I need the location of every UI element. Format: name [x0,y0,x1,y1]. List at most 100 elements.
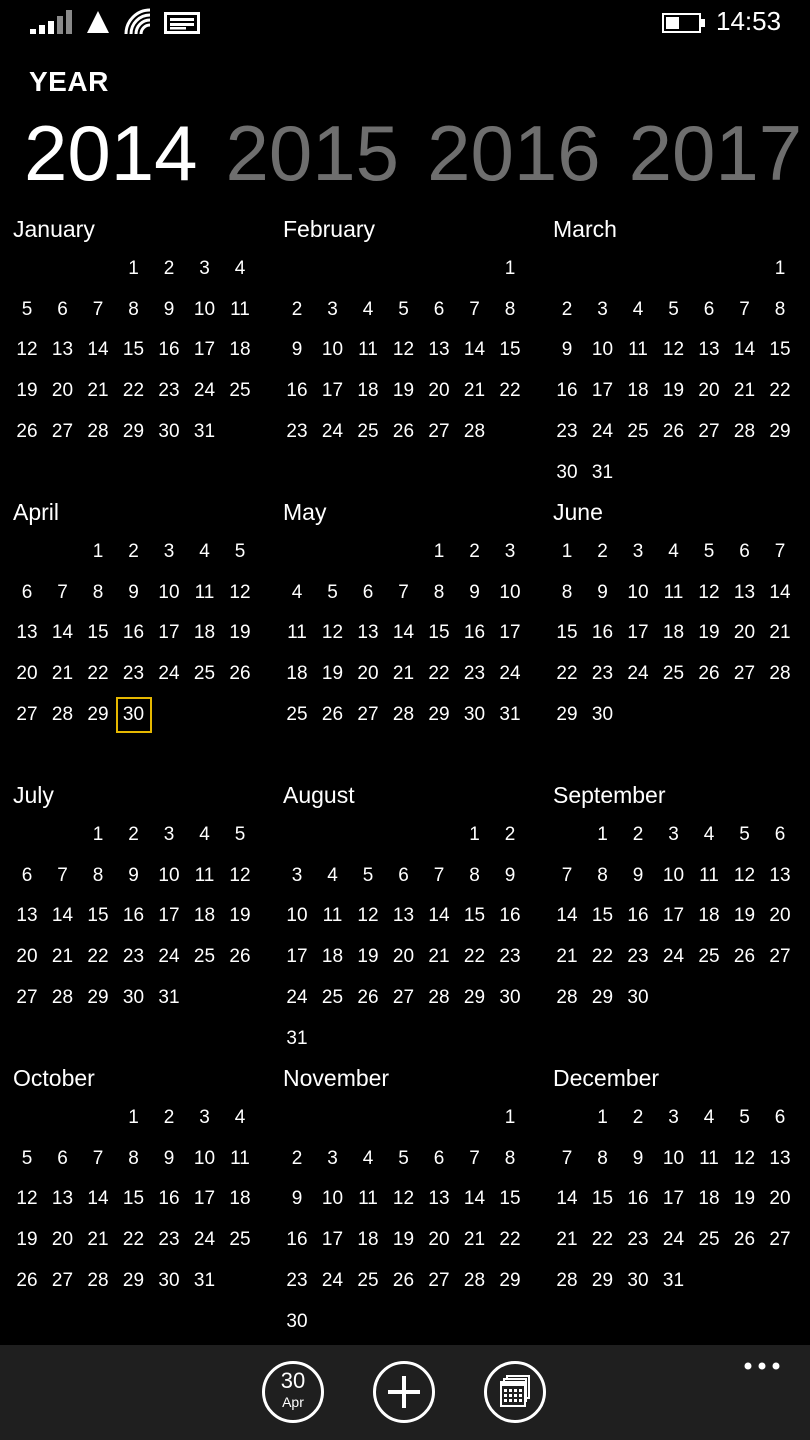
day-cell[interactable]: 22 [421,656,457,692]
day-cell[interactable]: 26 [386,1263,422,1299]
day-cell[interactable]: 7 [80,292,116,328]
day-cell[interactable]: 28 [45,980,81,1016]
day-cell[interactable]: 14 [762,575,798,611]
day-cell[interactable]: 24 [151,656,187,692]
day-cell[interactable]: 25 [691,939,727,975]
day-cell[interactable]: 18 [279,656,315,692]
day-cell[interactable]: 4 [350,1141,386,1177]
day-cell[interactable]: 15 [421,615,457,651]
day-cell[interactable]: 24 [656,939,692,975]
day-cell[interactable]: 29 [492,1263,528,1299]
day-cell[interactable]: 23 [151,1222,187,1258]
day-cell[interactable]: 10 [315,332,351,368]
day-cell[interactable]: 6 [350,575,386,611]
day-cell[interactable]: 6 [762,817,798,853]
day-cell[interactable]: 6 [421,292,457,328]
day-cell[interactable]: 1 [762,251,798,287]
day-cell[interactable]: 1 [457,817,493,853]
day-cell[interactable]: 18 [222,1181,258,1217]
day-cell[interactable]: 27 [45,414,81,450]
day-cell[interactable]: 7 [727,292,763,328]
day-cell[interactable]: 8 [762,292,798,328]
day-cell[interactable]: 23 [457,656,493,692]
day-cell[interactable]: 13 [691,332,727,368]
day-cell[interactable]: 2 [116,534,152,570]
day-cell[interactable]: 19 [9,1222,45,1258]
day-cell[interactable]: 11 [222,292,258,328]
day-cell[interactable]: 3 [187,251,223,287]
day-cell[interactable]: 29 [116,414,152,450]
day-cell[interactable]: 29 [585,980,621,1016]
day-cell[interactable]: 11 [187,858,223,894]
day-cell[interactable]: 20 [762,1181,798,1217]
day-cell[interactable]: 11 [315,898,351,934]
day-cell[interactable]: 22 [457,939,493,975]
day-cell[interactable]: 20 [386,939,422,975]
day-cell[interactable]: 7 [762,534,798,570]
day-cell[interactable]: 13 [762,1141,798,1177]
day-cell[interactable]: 14 [80,1181,116,1217]
day-cell[interactable]: 8 [549,575,585,611]
day-cell[interactable]: 9 [116,858,152,894]
day-cell[interactable]: 27 [386,980,422,1016]
day-cell[interactable]: 29 [80,697,116,733]
day-cell[interactable]: 28 [45,697,81,733]
day-cell[interactable]: 16 [279,373,315,409]
year-item-2014[interactable]: 2014 [24,108,198,198]
day-cell[interactable]: 7 [45,858,81,894]
day-cell[interactable]: 30 [457,697,493,733]
day-cell[interactable]: 14 [457,1181,493,1217]
day-cell[interactable]: 29 [549,697,585,733]
day-cell[interactable]: 22 [80,656,116,692]
day-cell[interactable]: 2 [279,292,315,328]
day-cell[interactable]: 3 [492,534,528,570]
day-cell[interactable]: 16 [457,615,493,651]
day-cell[interactable]: 9 [549,332,585,368]
day-cell[interactable]: 1 [80,817,116,853]
day-cell[interactable]: 18 [691,1181,727,1217]
day-cell[interactable]: 22 [116,373,152,409]
day-cell[interactable]: 3 [187,1100,223,1136]
day-cell[interactable]: 16 [492,898,528,934]
day-cell[interactable]: 19 [386,1222,422,1258]
day-cell[interactable]: 10 [279,898,315,934]
day-cell[interactable]: 9 [585,575,621,611]
month-october[interactable]: October 1 2 3 4 5 6 7 8 9 10 11 12 13 14 15 16 17 18 19 20 21… [13,1065,275,1335]
day-cell[interactable]: 20 [691,373,727,409]
day-cell[interactable]: 24 [656,1222,692,1258]
day-cell[interactable]: 7 [80,1141,116,1177]
day-cell[interactable]: 6 [691,292,727,328]
day-cell[interactable]: 30 [620,980,656,1016]
day-cell[interactable]: 1 [492,1100,528,1136]
day-cell[interactable]: 21 [45,939,81,975]
day-cell[interactable]: 16 [116,615,152,651]
day-cell[interactable]: 23 [585,656,621,692]
day-cell[interactable]: 9 [620,1141,656,1177]
day-cell[interactable]: 8 [116,292,152,328]
day-cell[interactable]: 28 [80,1263,116,1299]
day-cell[interactable]: 21 [457,1222,493,1258]
day-cell[interactable]: 3 [656,817,692,853]
day-cell[interactable]: 8 [80,575,116,611]
month-december[interactable]: December 1 2 3 4 5 6 7 8 9 10 11 12 13 14 15 16 17 18 19 20 2… [553,1065,810,1335]
day-cell[interactable]: 30 [116,980,152,1016]
calendar-view-button[interactable] [484,1361,546,1423]
day-cell[interactable]: 20 [762,898,798,934]
day-cell[interactable]: 13 [762,858,798,894]
day-cell[interactable]: 25 [315,980,351,1016]
day-cell[interactable]: 8 [585,858,621,894]
month-august[interactable]: August 1 2 3 4 5 6 7 8 9 10 11 12 13 14 15 16 17 18 19 20 21 2… [283,782,545,1052]
day-cell[interactable]: 2 [151,251,187,287]
day-cell[interactable]: 21 [549,939,585,975]
day-cell[interactable]: 3 [585,292,621,328]
day-cell[interactable]: 7 [45,575,81,611]
day-cell[interactable]: 7 [421,858,457,894]
day-cell[interactable]: 11 [187,575,223,611]
day-cell[interactable]: 26 [691,656,727,692]
day-cell[interactable]: 9 [620,858,656,894]
day-cell[interactable]: 24 [585,414,621,450]
day-cell[interactable]: 4 [656,534,692,570]
day-cell[interactable]: 5 [222,817,258,853]
day-cell[interactable]: 25 [187,939,223,975]
day-cell[interactable]: 7 [386,575,422,611]
